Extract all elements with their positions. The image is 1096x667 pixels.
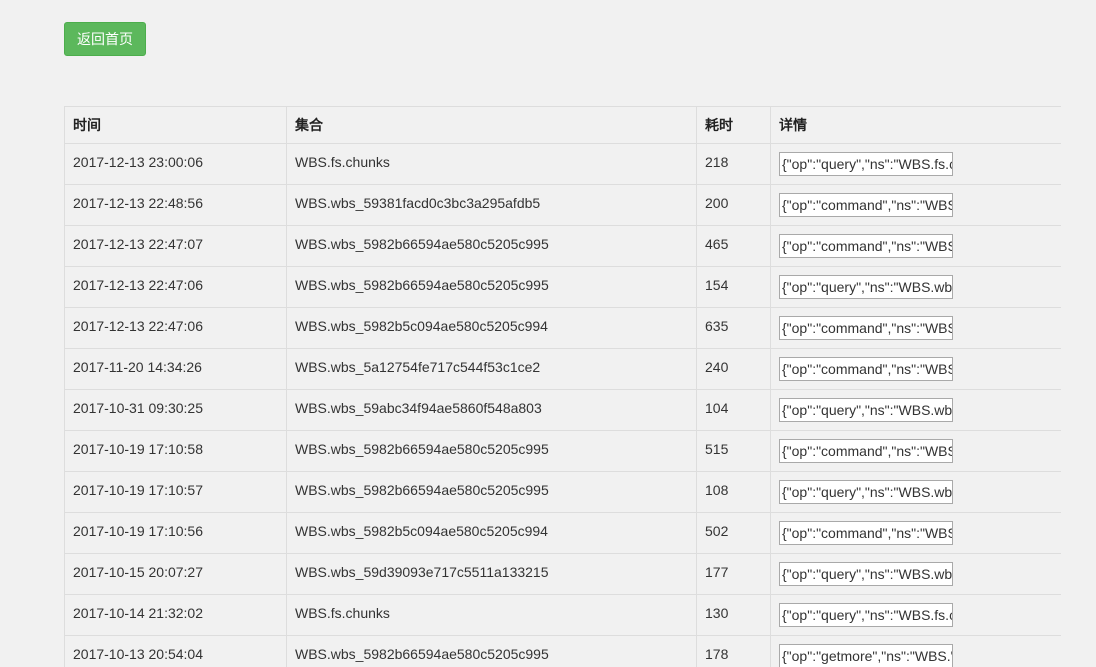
header-time: 时间 (64, 106, 287, 144)
cell-collection: WBS.wbs_5982b66594ae580c5205c995 (286, 430, 697, 472)
detail-field[interactable]: {"op":"query","ns":"WBS.wb (779, 480, 953, 504)
cell-detail: {"op":"query","ns":"WBS.wb (770, 553, 1061, 595)
detail-field[interactable]: {"op":"query","ns":"WBS.fs.c (779, 603, 953, 627)
cell-collection: WBS.wbs_5a12754fe717c544f53c1ce2 (286, 348, 697, 390)
cell-time: 2017-10-19 17:10:58 (64, 430, 287, 472)
cell-time: 2017-12-13 22:47:07 (64, 225, 287, 267)
cell-cost: 200 (696, 184, 771, 226)
cell-cost: 108 (696, 471, 771, 513)
cell-collection: WBS.wbs_5982b66594ae580c5205c995 (286, 266, 697, 308)
cell-cost: 178 (696, 635, 771, 667)
header-detail: 详情 (770, 106, 1061, 144)
cell-detail: {"op":"query","ns":"WBS.fs.c (770, 594, 1061, 636)
cell-collection: WBS.wbs_5982b66594ae580c5205c995 (286, 225, 697, 267)
cell-collection: WBS.wbs_5982b5c094ae580c5205c994 (286, 307, 697, 349)
cell-collection: WBS.wbs_59381facd0c3bc3a295afdb5 (286, 184, 697, 226)
table-row: 2017-12-13 22:48:56 WBS.wbs_59381facd0c3b… (64, 184, 1061, 226)
cell-cost: 635 (696, 307, 771, 349)
cell-time: 2017-12-13 22:48:56 (64, 184, 287, 226)
detail-field[interactable]: {"op":"getmore","ns":"WBS." (779, 644, 953, 667)
cell-collection: WBS.wbs_5982b66594ae580c5205c995 (286, 471, 697, 513)
table-row: 2017-10-13 20:54:04 WBS.wbs_5982b66594ae5… (64, 635, 1061, 667)
table-row: 2017-12-13 23:00:06 WBS.fs.chunks 218 {"op"… (64, 143, 1061, 185)
table-row: 2017-10-19 17:10:58 WBS.wbs_5982b66594ae5… (64, 430, 1061, 472)
cell-time: 2017-12-13 22:47:06 (64, 266, 287, 308)
cell-time: 2017-10-13 20:54:04 (64, 635, 287, 667)
back-to-home-button[interactable]: 返回首页 (64, 22, 146, 56)
cell-detail: {"op":"query","ns":"WBS.wb (770, 266, 1061, 308)
table-row: 2017-12-13 22:47:06 WBS.wbs_5982b5c094ae5… (64, 307, 1061, 349)
cell-detail: {"op":"command","ns":"WBS (770, 512, 1061, 554)
cell-time: 2017-12-13 23:00:06 (64, 143, 287, 185)
cell-detail: {"op":"command","ns":"WBS (770, 225, 1061, 267)
detail-field[interactable]: {"op":"command","ns":"WBS (779, 316, 953, 340)
cell-time: 2017-10-31 09:30:25 (64, 389, 287, 431)
detail-field[interactable]: {"op":"query","ns":"WBS.fs.c (779, 152, 953, 176)
cell-time: 2017-10-15 20:07:27 (64, 553, 287, 595)
table-row: 2017-12-13 22:47:06 WBS.wbs_5982b66594ae5… (64, 266, 1061, 308)
cell-cost: 177 (696, 553, 771, 595)
cell-detail: {"op":"command","ns":"WBS (770, 430, 1061, 472)
cell-cost: 130 (696, 594, 771, 636)
cell-collection: WBS.fs.chunks (286, 143, 697, 185)
slow-query-table-container: 时间 集合 耗时 详情 2017-12-13 23:00:06 WBS.fs.ch… (64, 106, 1061, 667)
cell-collection: WBS.wbs_5982b5c094ae580c5205c994 (286, 512, 697, 554)
table-header-row: 时间 集合 耗时 详情 (64, 106, 1061, 144)
detail-field[interactable]: {"op":"command","ns":"WBS (779, 234, 953, 258)
cell-collection: WBS.wbs_59abc34f94ae5860f548a803 (286, 389, 697, 431)
cell-time: 2017-12-13 22:47:06 (64, 307, 287, 349)
table-row: 2017-12-13 22:47:07 WBS.wbs_5982b66594ae5… (64, 225, 1061, 267)
cell-time: 2017-10-19 17:10:56 (64, 512, 287, 554)
cell-collection: WBS.wbs_59d39093e717c5511a133215 (286, 553, 697, 595)
cell-cost: 465 (696, 225, 771, 267)
detail-field[interactable]: {"op":"query","ns":"WBS.wb (779, 398, 953, 422)
detail-field[interactable]: {"op":"command","ns":"WBS (779, 357, 953, 381)
cell-detail: {"op":"command","ns":"WBS (770, 307, 1061, 349)
cell-cost: 502 (696, 512, 771, 554)
page: 返回首页 时间 集合 耗时 详情 2017-12-13 23:00:06 WBS.… (0, 0, 1096, 667)
table-row: 2017-11-20 14:34:26 WBS.wbs_5a12754fe717c… (64, 348, 1061, 390)
cell-cost: 104 (696, 389, 771, 431)
cell-cost: 154 (696, 266, 771, 308)
table-row: 2017-10-15 20:07:27 WBS.wbs_59d39093e717c… (64, 553, 1061, 595)
table-row: 2017-10-31 09:30:25 WBS.wbs_59abc34f94ae5… (64, 389, 1061, 431)
cell-detail: {"op":"query","ns":"WBS.wb (770, 389, 1061, 431)
cell-collection: WBS.wbs_5982b66594ae580c5205c995 (286, 635, 697, 667)
detail-field[interactable]: {"op":"query","ns":"WBS.wb (779, 562, 953, 586)
detail-field[interactable]: {"op":"command","ns":"WBS (779, 521, 953, 545)
cell-time: 2017-10-19 17:10:57 (64, 471, 287, 513)
cell-time: 2017-11-20 14:34:26 (64, 348, 287, 390)
header-cost: 耗时 (696, 106, 771, 144)
table-row: 2017-10-19 17:10:57 WBS.wbs_5982b66594ae5… (64, 471, 1061, 513)
cell-detail: {"op":"command","ns":"WBS (770, 348, 1061, 390)
cell-collection: WBS.fs.chunks (286, 594, 697, 636)
cell-detail: {"op":"getmore","ns":"WBS." (770, 635, 1061, 667)
cell-detail: {"op":"query","ns":"WBS.wb (770, 471, 1061, 513)
detail-field[interactable]: {"op":"command","ns":"WBS (779, 193, 953, 217)
slow-query-table: 时间 集合 耗时 详情 2017-12-13 23:00:06 WBS.fs.ch… (64, 106, 1061, 667)
table-row: 2017-10-14 21:32:02 WBS.fs.chunks 130 {"op"… (64, 594, 1061, 636)
cell-cost: 218 (696, 143, 771, 185)
table-row: 2017-10-19 17:10:56 WBS.wbs_5982b5c094ae5… (64, 512, 1061, 554)
header-collection: 集合 (286, 106, 697, 144)
cell-cost: 515 (696, 430, 771, 472)
cell-detail: {"op":"query","ns":"WBS.fs.c (770, 143, 1061, 185)
cell-time: 2017-10-14 21:32:02 (64, 594, 287, 636)
cell-detail: {"op":"command","ns":"WBS (770, 184, 1061, 226)
cell-cost: 240 (696, 348, 771, 390)
detail-field[interactable]: {"op":"command","ns":"WBS (779, 439, 953, 463)
detail-field[interactable]: {"op":"query","ns":"WBS.wb (779, 275, 953, 299)
